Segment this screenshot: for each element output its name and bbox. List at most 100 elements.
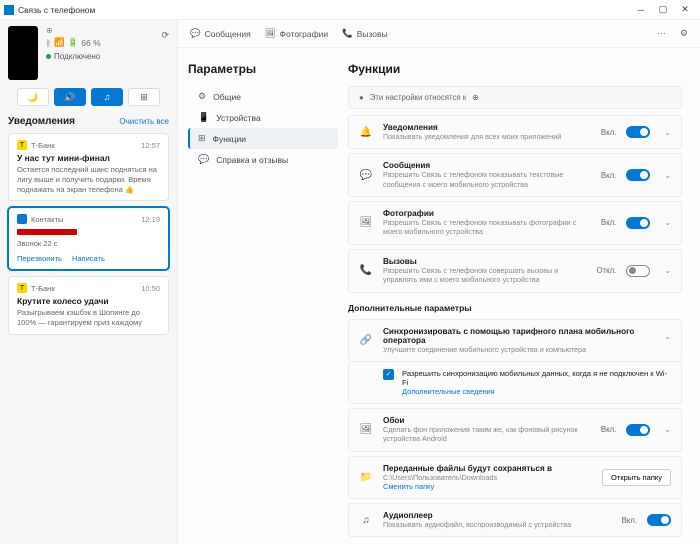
feature-calls: 📞 ВызовыРазрешить Связь с телефоном сове…	[348, 249, 682, 293]
toggle-wallpaper[interactable]	[626, 424, 650, 436]
phone-card: ⊕ ᛒ 📶 🔋 66 % Подключено ⟳	[8, 26, 169, 80]
chevron-down-icon[interactable]: ⌄	[664, 128, 671, 137]
callback-action[interactable]: Перезвонить	[17, 254, 62, 263]
settings-heading: Параметры	[188, 62, 338, 76]
left-panel: ⊕ ᛒ 📶 🔋 66 % Подключено ⟳ 🌙 🔊 ♫ ⊞	[0, 20, 178, 544]
feature-notifications: 🔔 УведомленияПоказывать уведомления для …	[348, 115, 682, 149]
tab-photos[interactable]: 🖼Фотографии	[265, 28, 328, 39]
connection-label: Подключено	[54, 52, 100, 61]
feature-messages: 💬 СообщенияРазрешить Связь с телефоном п…	[348, 153, 682, 197]
bluetooth-icon: ᛒ	[46, 38, 51, 48]
volume-button[interactable]: 🔊	[54, 88, 86, 106]
toggle-photos[interactable]	[626, 217, 650, 229]
sidebar-item-devices[interactable]: 📱Устройства	[188, 107, 338, 128]
refresh-icon[interactable]: ⟳	[161, 30, 169, 41]
help-icon: 💬	[198, 154, 209, 165]
files-path: C:\Users\Пользователь\Downloads	[383, 473, 592, 482]
maximize-button[interactable]: ▢	[652, 1, 674, 19]
feature-files: 📁 Переданные файлы будут сохраняться в C…	[348, 456, 682, 499]
notif-body: Остается последний шанс подняться на лиг…	[17, 165, 160, 194]
photos-icon: 🖼	[265, 28, 276, 39]
sync-checkbox[interactable]: ✓	[383, 369, 394, 380]
feature-sync: 🔗 Синхронизировать с помощью тарифного п…	[348, 319, 682, 362]
info-icon: ●	[359, 93, 364, 102]
notif-body: Звонок 22 с	[17, 239, 160, 249]
notif-title: У нас тут мини-финал	[17, 153, 160, 163]
notif-time: 12:57	[141, 141, 160, 150]
notification-card[interactable]: T Т-Банк 12:57 У нас тут мини-финал Оста…	[8, 133, 169, 201]
notif-title: Крутите колесо удачи	[17, 296, 160, 306]
sidebar-item-features[interactable]: ⊞Функции	[188, 128, 338, 149]
notif-title	[17, 227, 160, 237]
app-badge-icon: T	[17, 140, 27, 150]
calls-icon: 📞	[342, 28, 353, 39]
tab-messages[interactable]: 💬Сообщения	[190, 28, 251, 39]
bell-icon: 🔔	[359, 127, 373, 138]
settings-icon[interactable]: ⚙	[680, 28, 688, 39]
titlebar: Связь с телефоном ─ ▢ ✕	[0, 0, 700, 20]
connection-badge: Подключено	[46, 52, 100, 61]
app-badge-icon: T	[17, 283, 27, 293]
topbar: 💬Сообщения 🖼Фотографии 📞Вызовы ⋯ ⚙	[178, 20, 700, 48]
notif-app-name: Контакты	[31, 215, 63, 224]
clear-all-link[interactable]: Очистить все	[119, 117, 169, 126]
device-icon: 📱	[198, 112, 209, 123]
phone-status: ᛒ 📶 🔋 66 %	[46, 37, 153, 48]
settings-sidebar: Параметры ⚙Общие 📱Устройства ⊞Функции 💬С…	[178, 48, 348, 544]
window-title: Связь с телефоном	[18, 5, 95, 15]
more-icon[interactable]: ⋯	[657, 28, 666, 39]
photo-icon: 🖼	[359, 217, 373, 228]
toggle-audio[interactable]	[647, 514, 671, 526]
toggle-notifications[interactable]	[626, 126, 650, 138]
toggle-messages[interactable]	[626, 169, 650, 181]
phone-image	[8, 26, 38, 80]
app-badge-icon: 👤	[17, 214, 27, 224]
feature-photos: 🖼 ФотографииРазрешить Связь с телефоном …	[348, 201, 682, 245]
sidebar-item-general[interactable]: ⚙Общие	[188, 86, 338, 107]
sync-subrow: ✓ Разрешить синхронизацию мобильных данн…	[348, 362, 682, 404]
info-text: Эти настройки относятся к	[370, 93, 466, 102]
chevron-down-icon[interactable]: ⌄	[664, 266, 671, 275]
chevron-down-icon[interactable]: ⌄	[664, 425, 671, 434]
chevron-down-icon[interactable]: ⌄	[664, 171, 671, 180]
screen-button[interactable]: ⊞	[128, 88, 160, 106]
dnd-button[interactable]: 🌙	[17, 88, 49, 106]
chevron-up-icon[interactable]: ⌃	[664, 336, 671, 345]
sync-more-link[interactable]: Дополнительные сведения	[402, 387, 671, 396]
device-dot-icon: ⊕	[472, 93, 479, 102]
redacted-text	[17, 229, 77, 235]
music-button[interactable]: ♫	[91, 88, 123, 106]
sidebar-item-feedback[interactable]: 💬Справка и отзывы	[188, 149, 338, 170]
close-button[interactable]: ✕	[674, 1, 696, 19]
open-folder-button[interactable]: Открыть папку	[602, 469, 671, 486]
main-panel: 💬Сообщения 🖼Фотографии 📞Вызовы ⋯ ⚙ Парам…	[178, 20, 700, 544]
tab-calls[interactable]: 📞Вызовы	[342, 28, 388, 39]
music-icon: ♫	[359, 515, 373, 526]
info-bar: ● Эти настройки относятся к ⊕	[348, 86, 682, 109]
link-icon: 🔗	[359, 335, 373, 346]
notification-card[interactable]: 👤 Контакты 12:19 Звонок 22 с Перезвонить…	[8, 207, 169, 270]
message-action[interactable]: Написать	[72, 254, 105, 263]
toggle-calls[interactable]	[626, 265, 650, 277]
folder-icon: 📁	[359, 472, 373, 483]
sync-check-label: Разрешить синхронизацию мобильных данных…	[402, 369, 671, 387]
features-icon: ⊞	[198, 133, 206, 144]
notif-app-name: Т-Банк	[31, 284, 55, 293]
phone-actions: 🌙 🔊 ♫ ⊞	[8, 88, 169, 106]
wifi-icon: 📶	[54, 37, 65, 48]
messages-icon: 💬	[190, 28, 201, 39]
features-pane: Функции ● Эти настройки относятся к ⊕ 🔔 …	[348, 48, 700, 544]
notifications-header: Уведомления Очистить все	[8, 116, 169, 127]
feature-audio: ♫ АудиоплеерПоказывать аудиофайл, воспро…	[348, 503, 682, 537]
notification-card[interactable]: T Т-Банк 10:50 Крутите колесо удачи Разы…	[8, 276, 169, 335]
battery-percent: 66 %	[81, 38, 100, 48]
notif-time: 12:19	[141, 215, 160, 224]
chevron-down-icon[interactable]: ⌄	[664, 218, 671, 227]
notifications-heading: Уведомления	[8, 116, 75, 127]
gear-icon: ⚙	[198, 91, 206, 102]
feature-wallpaper: 🖼 ОбоиСделать фон приложения таким же, к…	[348, 408, 682, 452]
minimize-button[interactable]: ─	[630, 1, 652, 19]
change-folder-link[interactable]: Сменить папку	[383, 482, 592, 491]
phone-icon: 📞	[359, 265, 373, 276]
notif-time: 10:50	[141, 284, 160, 293]
